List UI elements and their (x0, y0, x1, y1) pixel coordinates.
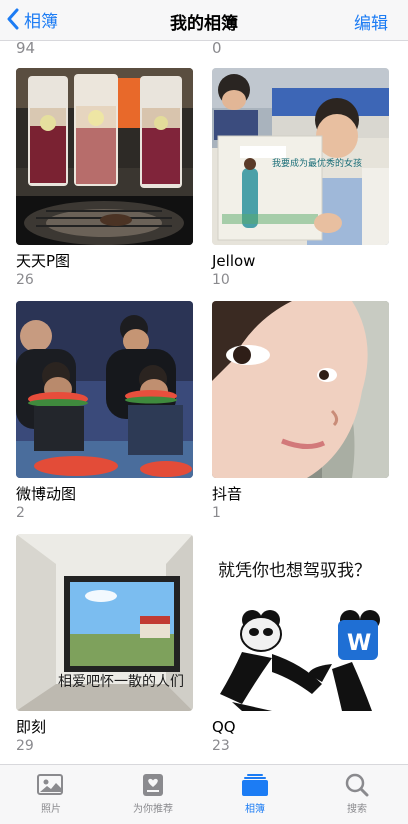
album-card-jellow[interactable]: 我要成为最优秀的女孩 Jellow 10 (212, 68, 389, 289)
album-card-qq[interactable]: 就凭你也想驾驭我？ W QQ 23 (212, 534, 389, 755)
wall-graffiti-text: 相爱吧怀一散的人们 (58, 674, 184, 690)
tab-search-label: 搜索 (347, 804, 367, 815)
album-thumbnail[interactable] (16, 68, 193, 245)
search-icon (345, 773, 369, 797)
tab-for-you-label: 为你推荐 (133, 804, 173, 815)
album-count: 29 (16, 738, 34, 754)
albums-grid: 94 0 天天P图 26 我要成为最优秀的女孩 Jellow 10 微博动图 2… (0, 41, 408, 764)
child-portrait-photo (212, 301, 389, 478)
tab-search[interactable]: 搜索 (306, 765, 408, 824)
chevron-left-icon (7, 8, 19, 30)
tab-albums-label: 相簿 (245, 804, 265, 815)
album-title: 即刻 (16, 718, 47, 736)
album-title: Jellow (212, 252, 256, 270)
edit-button[interactable]: 编辑 (354, 9, 388, 34)
album-title: 天天P图 (16, 252, 71, 270)
meme-caption: 就凭你也想驾驭我？ (218, 561, 371, 581)
tab-bar: 照片 为你推荐 相簿 搜索 (0, 764, 408, 824)
album-title: QQ (212, 718, 236, 736)
navigation-bar: 相簿 我的相簿 编辑 (0, 0, 408, 41)
word-letter: W (347, 631, 371, 656)
page-title: 我的相簿 (170, 14, 238, 34)
tab-albums[interactable]: 相簿 (204, 765, 306, 824)
book-title: 我要成为最优秀的女孩 (272, 157, 362, 169)
panda-meme-image: 就凭你也想驾驭我？ W (212, 534, 389, 711)
back-button-label: 相簿 (24, 11, 58, 32)
photos-icon (37, 774, 63, 795)
album-count-partial-right: 0 (212, 41, 222, 57)
back-button[interactable]: 相簿 (6, 6, 58, 32)
album-thumbnail[interactable]: 我要成为最优秀的女孩 (212, 68, 389, 245)
album-card-tiantian[interactable]: 天天P图 26 (16, 68, 193, 289)
album-count: 2 (16, 505, 25, 521)
for-you-icon (143, 774, 163, 796)
album-thumbnail[interactable] (16, 301, 193, 478)
album-count: 26 (16, 272, 34, 288)
album-count: 10 (212, 272, 230, 288)
tab-photos[interactable]: 照片 (0, 765, 102, 824)
album-count-partial-left: 94 (16, 41, 36, 57)
album-card-douyin[interactable]: 抖音 1 (212, 301, 389, 522)
watermelon-photo (16, 301, 193, 478)
album-thumbnail[interactable] (212, 301, 389, 478)
album-title: 抖音 (212, 485, 243, 503)
album-card-jike[interactable]: 相爱吧怀一散的人们 即刻 29 (16, 534, 193, 755)
tab-for-you[interactable]: 为你推荐 (102, 765, 204, 824)
wall-window-photo: 相爱吧怀一散的人们 (16, 534, 193, 711)
tab-photos-label: 照片 (41, 804, 61, 815)
album-count: 23 (212, 738, 230, 754)
drinks-photo (16, 68, 193, 245)
album-thumbnail[interactable]: 就凭你也想驾驭我？ W (212, 534, 389, 711)
album-count: 1 (212, 505, 221, 521)
classroom-photo: 我要成为最优秀的女孩 (212, 68, 389, 245)
albums-icon (242, 774, 268, 796)
album-thumbnail[interactable]: 相爱吧怀一散的人们 (16, 534, 193, 711)
album-card-weibo[interactable]: 微博动图 2 (16, 301, 193, 522)
album-title: 微博动图 (16, 485, 77, 503)
